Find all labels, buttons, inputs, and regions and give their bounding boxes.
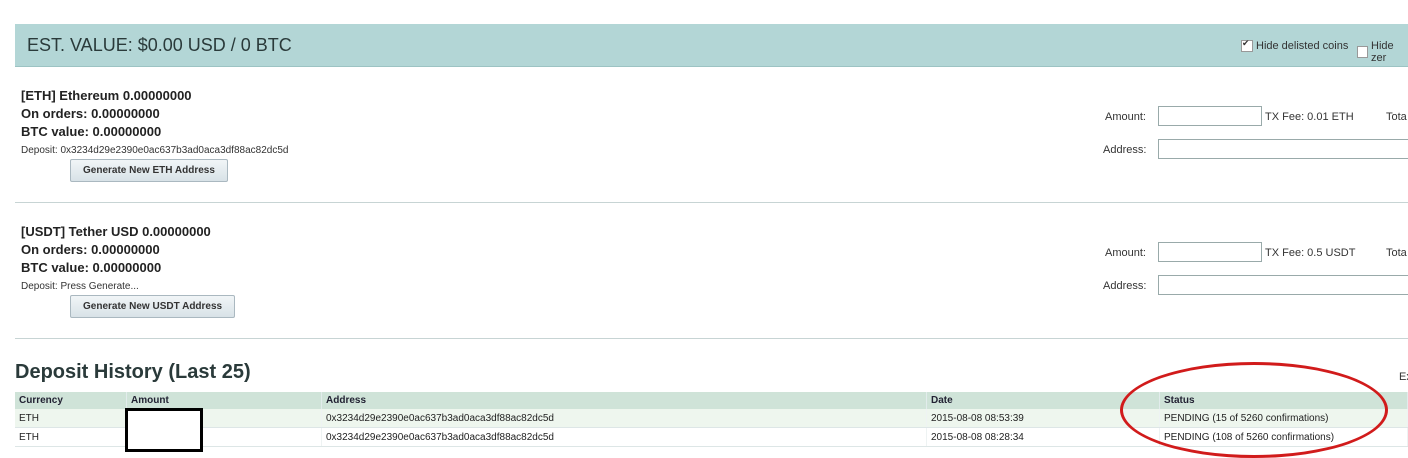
amount-label: Amount: [1105, 111, 1146, 123]
coin-on-orders: On orders: 0.00000000 [21, 106, 160, 121]
hide-zero-checkbox[interactable] [1357, 46, 1369, 58]
cell-date: 2015-08-08 08:28:34 [926, 427, 1160, 447]
hide-zero-option[interactable]: Hide zer [1357, 40, 1408, 64]
withdraw-address-input[interactable] [1158, 139, 1408, 159]
generate-usdt-address-button[interactable]: Generate New USDT Address [70, 295, 236, 318]
coin-btc-value: BTC value: 0.00000000 [21, 260, 162, 275]
estimated-value: EST. VALUE: $0.00 USD / 0 BTC [27, 35, 292, 55]
coin-title: [USDT] Tether USD 0.00000000 [21, 224, 211, 239]
redaction-box [125, 408, 203, 452]
coin-panel-usdt: [USDT] Tether USD 0.00000000 On orders: … [15, 202, 1408, 339]
hide-zero-label: Hide zer [1371, 40, 1394, 64]
amount-input[interactable] [1158, 106, 1262, 126]
hide-delisted-checkbox[interactable] [1241, 38, 1253, 52]
column-address[interactable]: Address [321, 392, 927, 409]
address-label: Address: [1103, 280, 1147, 292]
coin-on-orders: On orders: 0.00000000 [21, 242, 160, 257]
deposit-address: Deposit: 0x3234d29e2390e0ac637b3ad0aca3d… [21, 145, 289, 156]
coin-title: [ETH] Ethereum 0.00000000 [21, 88, 192, 103]
highlight-ellipse [1120, 362, 1388, 458]
generate-eth-address-button[interactable]: Generate New ETH Address [70, 159, 228, 182]
hide-delisted-label: Hide delisted coins [1256, 40, 1349, 52]
total-label: Tota [1386, 247, 1407, 259]
amount-label: Amount: [1105, 247, 1146, 259]
address-label: Address: [1103, 144, 1147, 156]
cell-address: 0x3234d29e2390e0ac637b3ad0aca3df88ac82dc… [321, 409, 927, 428]
tx-fee: TX Fee: 0.5 USDT [1265, 247, 1356, 259]
cell-currency: ETH [15, 427, 127, 447]
column-currency[interactable]: Currency [15, 392, 127, 409]
amount-input[interactable] [1158, 242, 1262, 262]
column-amount[interactable]: Amount [126, 392, 322, 409]
hide-delisted-option[interactable]: Hide delisted coins [1241, 38, 1349, 52]
deposit-address: Deposit: Press Generate... [21, 281, 139, 292]
cell-address: 0x3234d29e2390e0ac637b3ad0aca3df88ac82dc… [321, 427, 927, 447]
balance-header: EST. VALUE: $0.00 USD / 0 BTC Hide delis… [15, 24, 1408, 67]
export-link[interactable]: Ex [1399, 371, 1408, 383]
withdraw-address-input[interactable] [1158, 275, 1408, 295]
deposit-history-title: Deposit History (Last 25) [15, 361, 251, 383]
total-label: Tota [1386, 111, 1407, 123]
cell-currency: ETH [15, 409, 127, 428]
coin-panel-eth: [ETH] Ethereum 0.00000000 On orders: 0.0… [15, 66, 1408, 203]
coin-btc-value: BTC value: 0.00000000 [21, 124, 162, 139]
tx-fee: TX Fee: 0.01 ETH [1265, 111, 1354, 123]
